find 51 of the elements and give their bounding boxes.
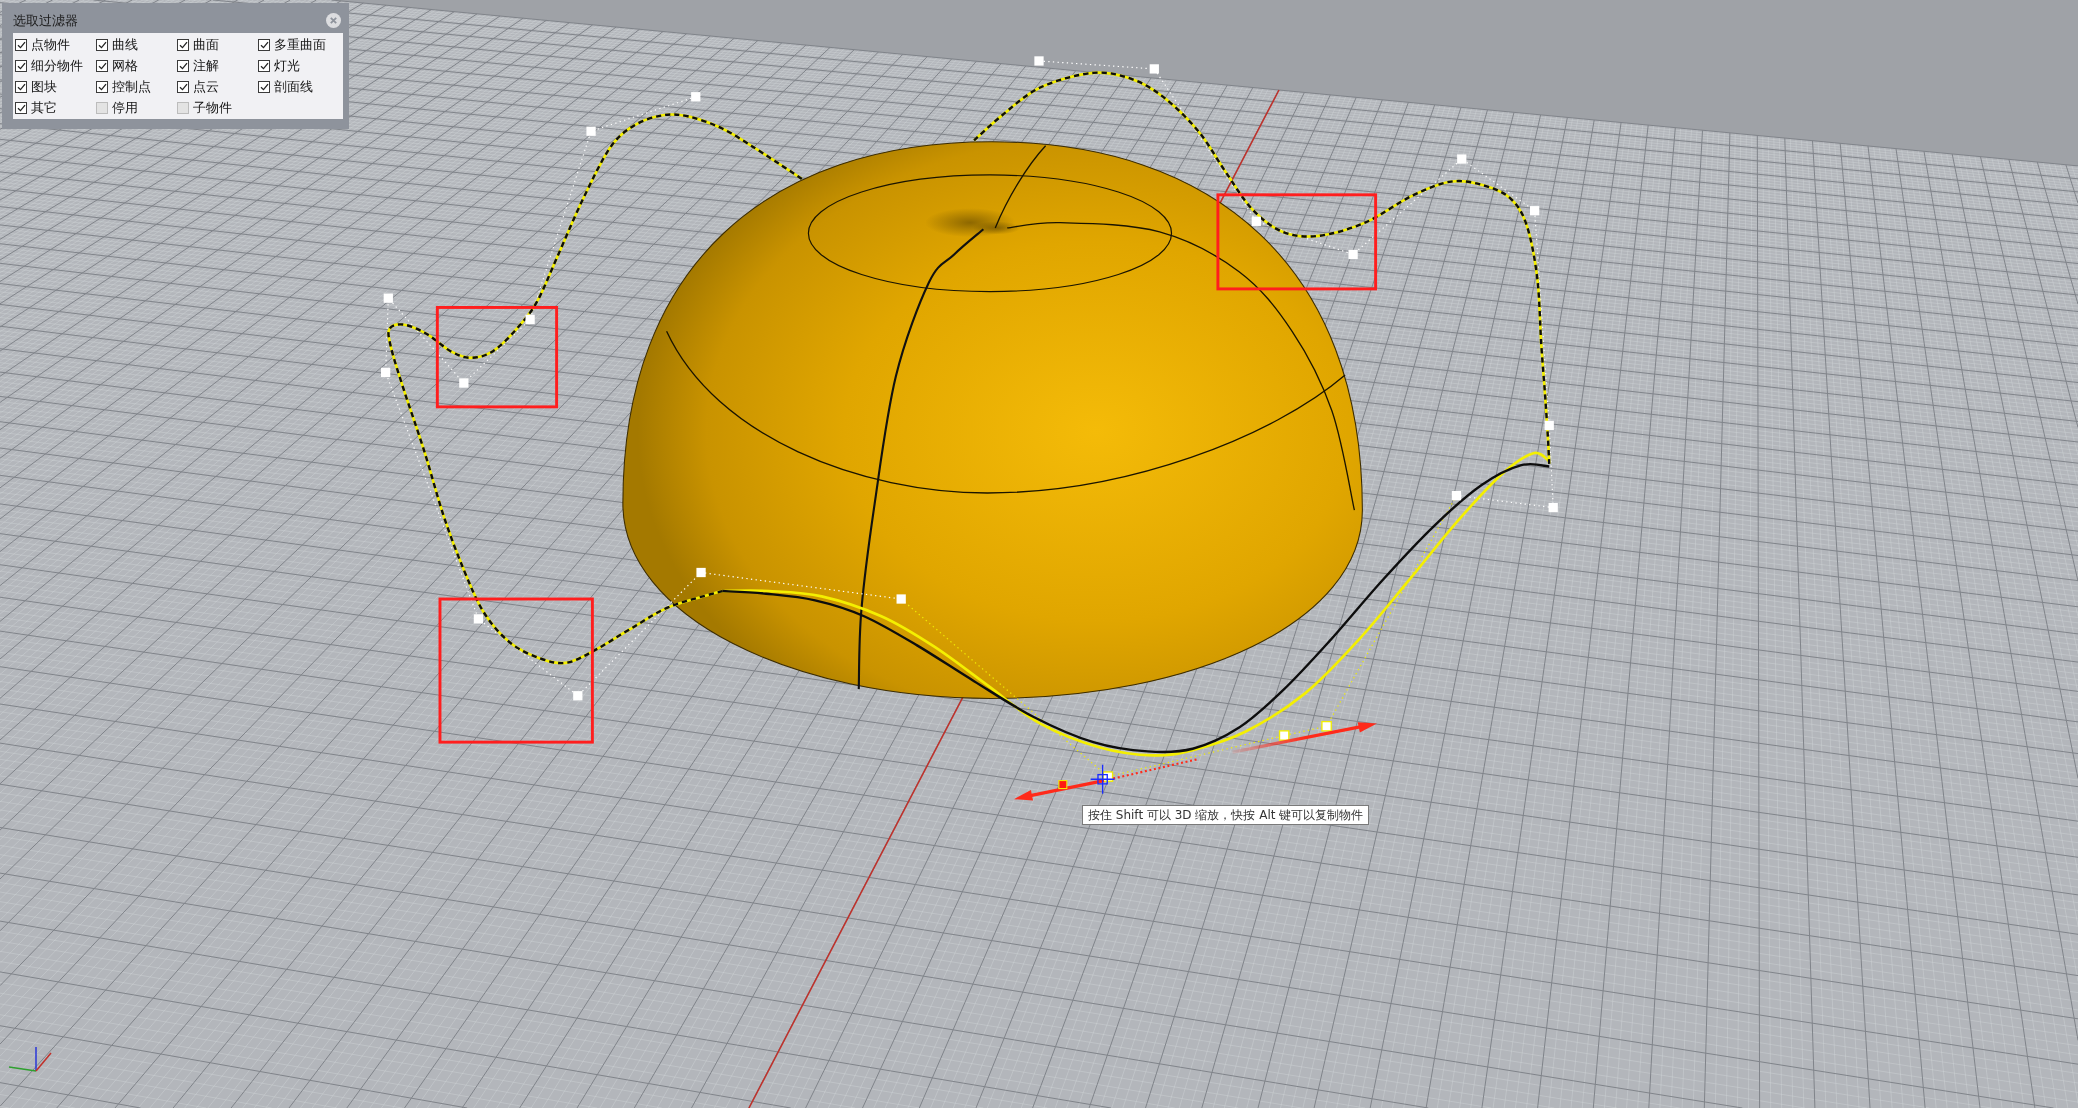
checkbox[interactable]	[15, 59, 27, 72]
checkbox-label: 图块	[31, 78, 57, 95]
control-point[interactable]	[473, 614, 484, 624]
checkbox-label: 子物件	[193, 99, 232, 116]
checkbox[interactable]	[177, 101, 189, 114]
checkbox[interactable]	[15, 80, 27, 93]
checkbox[interactable]	[258, 38, 270, 51]
control-point[interactable]	[1451, 491, 1462, 501]
control-point[interactable]	[381, 367, 391, 378]
checkbox-label: 剖面线	[274, 78, 313, 95]
axes-icon	[8, 1046, 52, 1072]
checkbox[interactable]	[177, 59, 189, 72]
crosshair-icon	[1090, 764, 1116, 795]
checkbox-label: 网格	[112, 57, 138, 74]
checkbox-label: 控制点	[112, 78, 151, 95]
checkbox[interactable]	[177, 38, 189, 51]
preview-control-point[interactable]	[1102, 771, 1114, 782]
checkbox-label: 曲线	[112, 36, 138, 53]
checkbox-label: 点云	[193, 78, 219, 95]
preview-control-point[interactable]	[1278, 730, 1290, 741]
panel-title: 选取过滤器	[13, 12, 78, 29]
control-point[interactable]	[586, 126, 596, 136]
control-point[interactable]	[1548, 502, 1558, 513]
grip-marker[interactable]	[1058, 780, 1068, 790]
checkbox-label: 停用	[112, 99, 138, 116]
checkbox-label: 曲面	[193, 36, 219, 53]
checkbox[interactable]	[96, 80, 108, 93]
checkbox-label: 其它	[31, 99, 57, 116]
checkbox-label: 多重曲面	[274, 36, 326, 53]
checkbox[interactable]	[15, 38, 27, 51]
close-icon	[326, 13, 341, 28]
checkbox-label: 点物件	[31, 36, 70, 53]
control-point[interactable]	[525, 314, 535, 324]
checkbox-label: 细分物件	[31, 57, 83, 74]
control-point[interactable]	[1251, 216, 1261, 226]
checkbox[interactable]	[177, 80, 189, 93]
checkbox[interactable]	[96, 38, 108, 51]
preview-control-point[interactable]	[1321, 720, 1332, 732]
close-button[interactable]	[326, 13, 341, 28]
scale-arrow[interactable]	[1013, 722, 1377, 801]
checkbox-label: 灯光	[274, 57, 300, 74]
checkbox[interactable]	[258, 59, 270, 72]
control-point[interactable]	[1348, 249, 1358, 260]
control-point[interactable]	[696, 567, 706, 578]
checkbox[interactable]	[258, 80, 270, 93]
checkbox[interactable]	[96, 101, 108, 114]
tooltip: 按住 Shift 可以 3D 缩放，快按 Alt 键可以复制物件	[1082, 805, 1370, 825]
checkbox[interactable]	[15, 101, 27, 114]
control-point[interactable]	[1544, 420, 1554, 431]
checkbox-label: 注解	[193, 57, 219, 74]
checkbox[interactable]	[96, 59, 108, 72]
